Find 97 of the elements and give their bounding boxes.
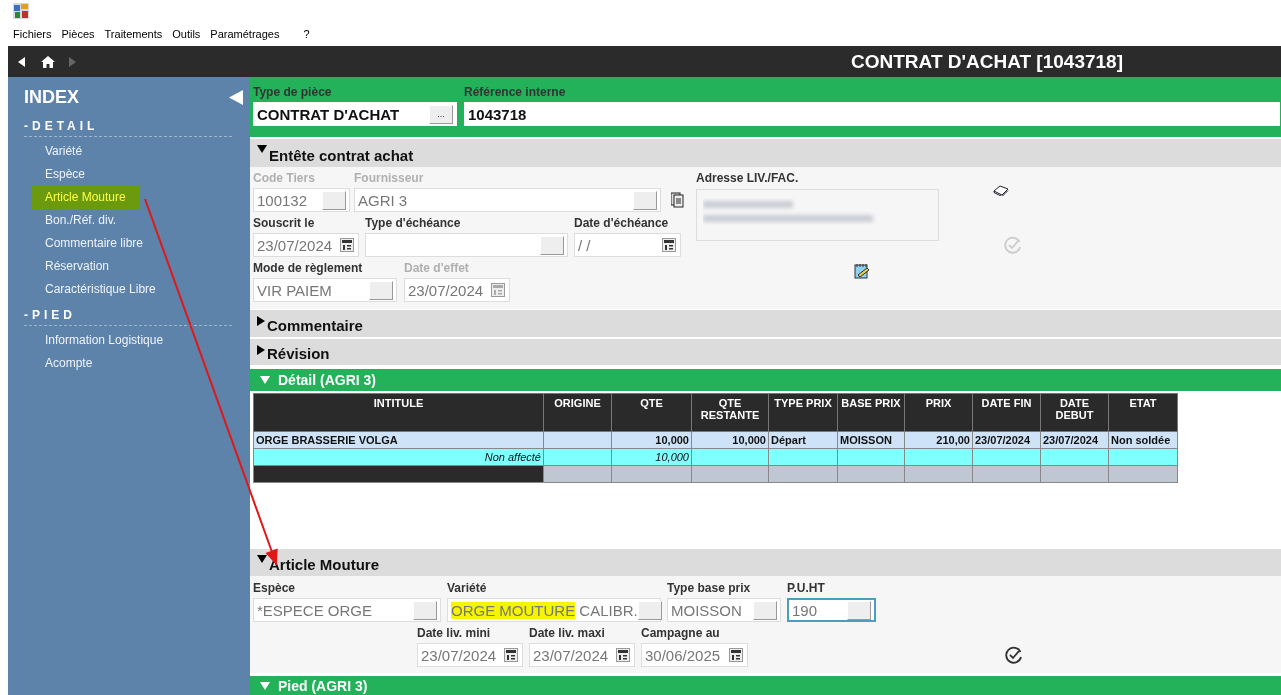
section-header[interactable]: Commentaire <box>250 310 1281 337</box>
menu-item[interactable]: ? <box>302 28 311 40</box>
input-field[interactable]: MOISSON <box>667 598 781 622</box>
input-field[interactable] <box>365 233 568 257</box>
menu-item[interactable]: Traitements <box>103 28 164 40</box>
input-field[interactable]: 30/06/2025 <box>641 643 748 667</box>
field-label: Campagne au <box>641 626 720 640</box>
window-title: CONTRAT D'ACHAT [1043718] <box>851 50 1123 73</box>
field-label: Mode de règlement <box>253 261 363 275</box>
field-label: Date d'échéance <box>574 216 669 230</box>
check-circle-icon[interactable] <box>1005 646 1023 664</box>
lookup-button[interactable] <box>540 235 564 255</box>
field-label: Référence interne <box>464 85 566 99</box>
column-header[interactable]: QTE <box>611 393 692 432</box>
input-field[interactable]: ORGE MOUTURE CALIBR. <box>447 598 661 622</box>
collapse-icon[interactable] <box>229 90 243 105</box>
field-label: Adresse LIV./FAC. <box>696 171 799 185</box>
lookup-button[interactable] <box>637 600 662 620</box>
column-header[interactable]: INTITULE <box>253 393 544 432</box>
input-field[interactable]: 23/07/2024 <box>417 643 523 667</box>
input-field[interactable]: / / <box>574 233 681 257</box>
field-label: Code Tiers <box>253 171 315 185</box>
column-header[interactable]: DATE DEBUT <box>1040 393 1109 432</box>
back-icon[interactable] <box>18 56 25 67</box>
field-label: Type d'échéance <box>365 216 461 230</box>
section-title: Article Mouture <box>269 556 379 573</box>
field-label: P.U.HT <box>787 581 825 595</box>
lookup-button[interactable] <box>847 600 871 620</box>
sidebar-item[interactable]: Commentaire libre <box>31 232 158 255</box>
column-header[interactable]: BASE PRIX <box>837 393 905 432</box>
input-field[interactable]: 1043718 <box>464 102 1280 126</box>
home-icon[interactable] <box>41 55 55 68</box>
column-header[interactable]: DATE FIN <box>972 393 1041 432</box>
input-field[interactable]: 190 <box>787 598 876 622</box>
input-field[interactable]: 23/07/2024 <box>253 233 359 257</box>
input-field[interactable]: CONTRAT D'ACHAT ... <box>253 102 457 126</box>
caret-down-icon[interactable] <box>257 145 267 153</box>
section-title: Détail (AGRI 3) <box>278 372 376 388</box>
field-label: Type base prix <box>667 581 751 595</box>
sidebar-item[interactable]: Acompte <box>31 352 107 375</box>
section-heading: -DETAIL <box>24 119 99 133</box>
section-title: Pied (AGRI 3) <box>278 678 368 694</box>
sidebar-item[interactable]: Article Mouture <box>31 186 140 209</box>
book-icon[interactable] <box>993 185 1009 196</box>
caret-down-icon[interactable] <box>257 555 267 563</box>
sidebar-item[interactable]: Bon./Réf. div. <box>31 209 131 232</box>
calendar-icon[interactable] <box>340 238 354 252</box>
sidebar-item[interactable]: Caractéristique Libre <box>31 278 170 301</box>
lookup-button[interactable]: ... <box>429 104 453 124</box>
field-label: Fournisseur <box>354 171 424 185</box>
field-label: Date liv. mini <box>417 626 491 640</box>
menu-item[interactable]: Fichiers <box>12 28 53 40</box>
calendar-icon[interactable] <box>662 238 676 252</box>
section-header[interactable]: Détail (AGRI 3) <box>250 369 1281 391</box>
column-header[interactable]: ETAT <box>1108 393 1178 432</box>
column-header[interactable]: ORIGINE <box>543 393 612 432</box>
menu-item[interactable]: Paramétrages <box>209 28 281 40</box>
section-title: Commentaire <box>267 317 363 334</box>
input-field[interactable]: VIR PAIEM <box>253 278 397 302</box>
field-label: Date liv. maxi <box>529 626 605 640</box>
section-header[interactable]: Entête contrat achat <box>250 139 1281 167</box>
field-label: Variété <box>447 581 487 595</box>
section-title: Entête contrat achat <box>269 147 414 164</box>
calendar-icon[interactable] <box>729 648 743 662</box>
menu-item[interactable]: Pièces <box>60 28 96 40</box>
lookup-button[interactable] <box>322 190 346 210</box>
column-header[interactable]: PRIX <box>904 393 973 432</box>
lookup-button[interactable] <box>369 280 393 300</box>
sidebar-item[interactable]: Espèce <box>31 163 100 186</box>
sidebar-item[interactable]: Variété <box>31 140 97 163</box>
caret-right-icon[interactable] <box>257 316 265 326</box>
sidebar-item[interactable]: Information Logistique <box>31 329 178 352</box>
section-header[interactable]: Révision <box>250 339 1281 365</box>
documents-icon[interactable] <box>671 192 685 208</box>
sidebar-title: INDEX <box>24 87 79 108</box>
section-heading: -PIED <box>24 308 76 322</box>
calendar-icon[interactable] <box>504 648 518 662</box>
caret-right-icon[interactable] <box>257 345 265 355</box>
column-header[interactable]: QTE RESTANTE <box>691 393 769 432</box>
sidebar-item[interactable]: Réservation <box>31 255 124 278</box>
lookup-button[interactable] <box>753 600 777 620</box>
input-field[interactable]: 23/07/2024 <box>529 643 635 667</box>
input-field[interactable]: *ESPECE ORGE <box>253 598 441 622</box>
menu-item[interactable]: Outils <box>171 28 202 40</box>
column-header[interactable]: TYPE PRIX <box>768 393 838 432</box>
notepad-icon[interactable] <box>854 263 870 279</box>
app-icon[interactable] <box>13 3 29 19</box>
section-header[interactable]: Pied (AGRI 3) <box>250 676 1281 695</box>
calendar-icon[interactable] <box>616 648 630 662</box>
lookup-button[interactable] <box>633 190 657 210</box>
field-label: Date d'effet <box>404 261 469 275</box>
field-label: Souscrit le <box>253 216 315 230</box>
section-title: Révision <box>267 345 330 362</box>
field-label: Espèce <box>253 581 296 595</box>
field-label: Type de pièce <box>253 85 332 99</box>
lookup-button[interactable] <box>413 600 437 620</box>
section-header[interactable]: Article Mouture <box>250 549 1281 576</box>
